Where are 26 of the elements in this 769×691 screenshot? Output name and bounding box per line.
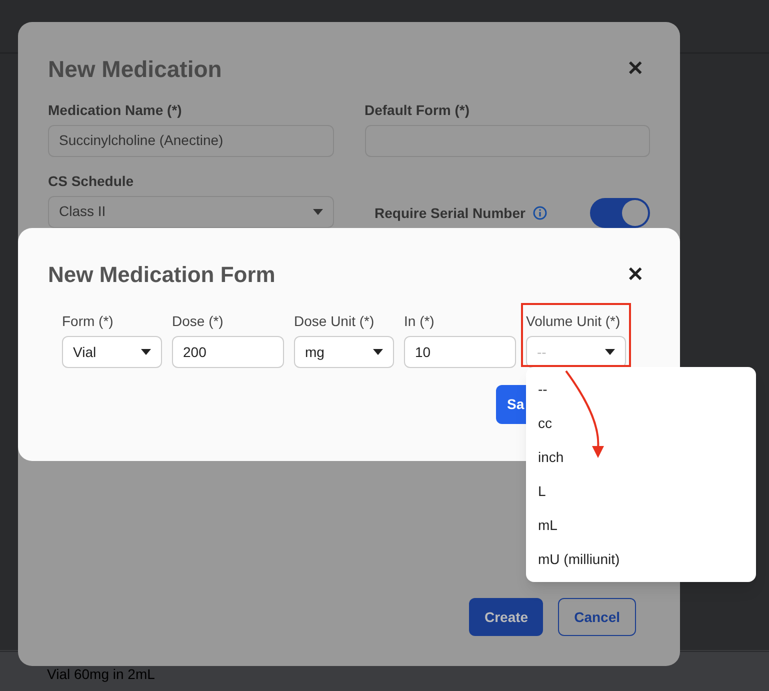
create-button[interactable]: Create (469, 598, 544, 636)
text-field[interactable]: 10 (404, 336, 516, 368)
text-field[interactable]: 200 (172, 336, 284, 368)
toggle-label: Require Serial Number (374, 204, 526, 223)
field-label: Default Form (*) (364, 100, 470, 120)
cancel-button[interactable]: Cancel (558, 598, 636, 636)
field-label: Form (*) (62, 312, 114, 331)
field-label: In (*) (404, 312, 436, 331)
dialog-title: New Medication Form (48, 261, 276, 289)
field-label: Dose Unit (*) (294, 312, 376, 331)
close-button[interactable]: ✕ (627, 260, 644, 290)
dropdown-option[interactable]: L (526, 474, 756, 509)
close-button[interactable]: ✕ (627, 54, 644, 84)
select-field[interactable]: Class II (48, 196, 334, 228)
dialog-title: New Medication (48, 55, 222, 84)
dropdown-option[interactable]: mL (526, 508, 756, 543)
field-label: Dose (*) (172, 312, 224, 331)
field-label: CS Schedule (48, 172, 135, 190)
row-text: Vial 60mg in 2mL (47, 665, 155, 684)
dropdown-option[interactable]: mU (milliunit) (526, 542, 756, 578)
field-label: Volume Unit (*) (526, 312, 622, 331)
text-field[interactable]: Succinylcholine (Anectine) (48, 124, 334, 156)
select-field[interactable]: mg (294, 336, 394, 368)
field-label: Medication Name (*) (48, 100, 183, 120)
select-field[interactable]: Vial (62, 336, 162, 368)
dropdown-option[interactable]: inch (526, 440, 756, 475)
